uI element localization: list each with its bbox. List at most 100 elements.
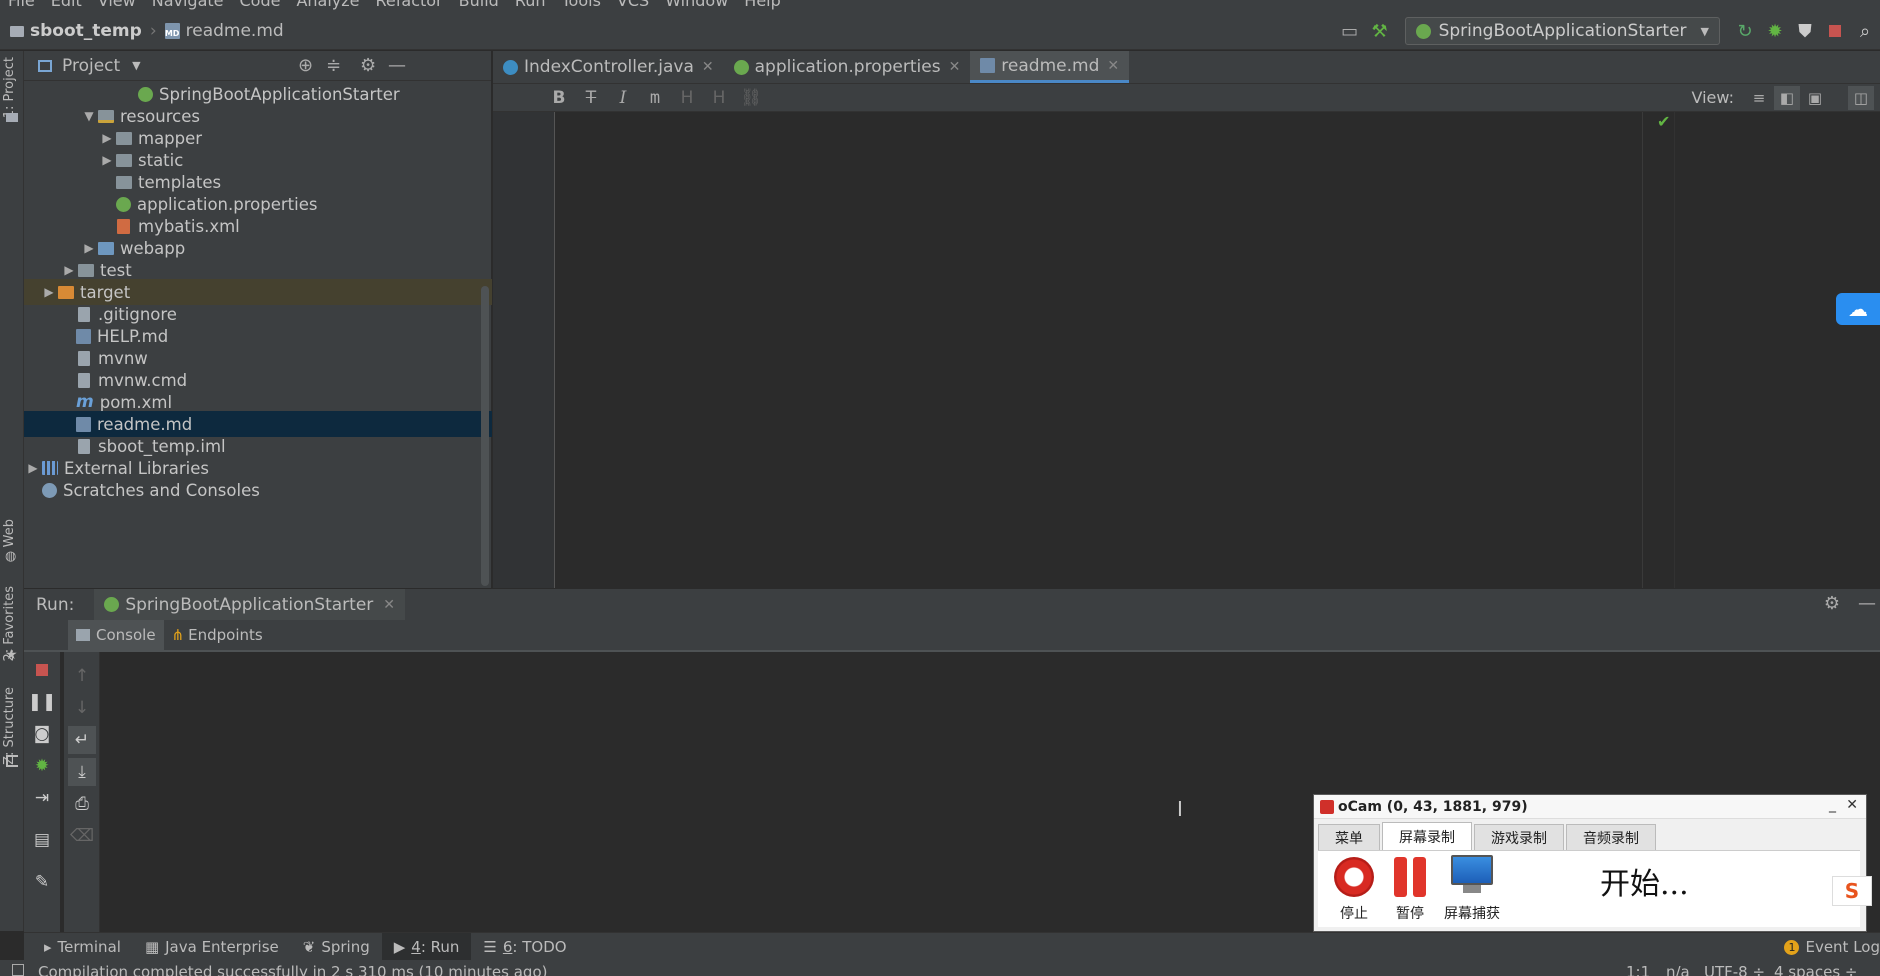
split-view-icon[interactable]: ◧ [1774, 86, 1800, 110]
close-icon[interactable]: ✕ [1846, 797, 1858, 813]
tool-tab-project[interactable]: 1: Project [2, 57, 17, 118]
pin-icon[interactable]: ✎ [28, 868, 56, 896]
ocam-tab-game-record[interactable]: 游戏录制 [1474, 824, 1564, 850]
subtab-endpoints[interactable]: ⋔ Endpoints [164, 620, 271, 650]
tab-indexcontroller[interactable]: IndexController.java ✕ [493, 51, 724, 83]
ocam-capture-button[interactable]: 屏幕捕获 [1436, 853, 1508, 925]
chevron-down-icon[interactable]: ▼ [132, 59, 140, 72]
cloud-icon[interactable]: ☁ [1836, 293, 1880, 325]
bottom-tab-terminal[interactable]: ▸ Terminal [32, 933, 133, 961]
stop-icon[interactable] [28, 656, 56, 684]
line-separator[interactable]: n/a [1666, 963, 1690, 976]
stop-icon[interactable] [1820, 16, 1850, 46]
menu-build[interactable]: Build [459, 0, 499, 10]
pause-icon[interactable]: ❚❚ [28, 688, 57, 716]
chevron-right-icon[interactable]: ▶ [98, 131, 116, 145]
project-scrollbar[interactable] [481, 286, 489, 586]
bottom-tab-java-enterprise[interactable]: ▦ Java Enterprise [133, 933, 291, 961]
header-down-icon[interactable]: H [703, 88, 735, 108]
menu-run[interactable]: Run [515, 0, 546, 10]
tool-tab-web[interactable]: Web [2, 519, 17, 547]
tool-tab-structure[interactable]: Z: Structure [2, 687, 17, 765]
markdown-editor[interactable] [556, 112, 1642, 588]
collapse-all-icon[interactable]: ≑ [326, 55, 341, 76]
chevron-down-icon[interactable]: ▼ [80, 109, 98, 123]
menu-edit[interactable]: Edit [51, 0, 82, 10]
coverage-shield-icon[interactable]: ⛊ [1790, 16, 1820, 46]
preview-only-icon[interactable]: ▣ [1802, 86, 1828, 110]
caret-position[interactable]: 1:1 [1626, 963, 1650, 976]
menu-file[interactable]: File [8, 0, 35, 10]
ocam-tab-menu[interactable]: 菜单 [1318, 824, 1380, 850]
status-toggle-icon[interactable] [12, 964, 24, 976]
menu-vcs[interactable]: VCS [617, 0, 649, 10]
debug-restart-icon[interactable]: ✹ [28, 752, 56, 780]
ocam-stop-button[interactable]: 停止 [1322, 853, 1386, 925]
code-icon[interactable]: m [639, 88, 671, 108]
search-icon[interactable]: ⌕ [1850, 16, 1880, 46]
ocam-pause-button[interactable]: 暂停 [1378, 853, 1442, 925]
minimize-icon[interactable]: — [1858, 593, 1876, 614]
bold-icon[interactable]: B [543, 88, 575, 108]
menu-help[interactable]: Help [744, 0, 780, 10]
sogou-input-icon[interactable]: S [1832, 876, 1872, 906]
terminal-window-icon[interactable]: ▭ [1335, 16, 1365, 46]
bottom-tab-todo[interactable]: ☰ 6: TODO [471, 933, 578, 961]
chevron-right-icon[interactable]: ▶ [24, 461, 42, 475]
ocam-tab-screen-record[interactable]: 屏幕录制 [1382, 822, 1472, 850]
menu-window[interactable]: Window [665, 0, 728, 10]
soft-wrap-icon[interactable]: ↵ [68, 726, 96, 754]
breadcrumb-project[interactable]: sboot_temp [30, 21, 142, 41]
project-panel-title[interactable]: Project [62, 56, 120, 76]
chevron-right-icon[interactable]: ▶ [60, 263, 78, 277]
tab-application-properties[interactable]: application.properties ✕ [724, 51, 971, 83]
ocam-tab-audio-record[interactable]: 音频录制 [1566, 824, 1656, 850]
bottom-tab-spring[interactable]: ❦ Spring [291, 933, 382, 961]
run-configuration-select[interactable]: SpringBootApplicationStarter ▼ [1404, 17, 1720, 45]
menu-navigate[interactable]: Navigate [152, 0, 224, 10]
debug-bug-icon[interactable]: ✹ [1760, 16, 1790, 46]
locate-target-icon[interactable]: ⊕ [298, 55, 313, 76]
run-tab-springbootapplicationstarter[interactable]: SpringBootApplicationStarter ✕ [94, 588, 406, 621]
arrow-down-icon[interactable]: ↓ [68, 694, 96, 722]
menu-refactor[interactable]: Refactor [376, 0, 443, 10]
gear-icon[interactable]: ⚙ [360, 55, 376, 76]
chevron-right-icon[interactable]: ▶ [98, 153, 116, 167]
subtab-console[interactable]: Console [68, 620, 164, 650]
gear-icon[interactable]: ⚙ [1824, 593, 1840, 614]
close-icon[interactable]: ✕ [702, 59, 714, 75]
minimize-icon[interactable]: — [388, 55, 406, 76]
tree-item-scratches[interactable]: Scratches and Consoles [24, 477, 492, 503]
layout-icon[interactable]: ▤ [28, 826, 56, 854]
print-icon[interactable]: ⎙ [68, 790, 96, 818]
chevron-right-icon[interactable]: ▶ [40, 285, 58, 299]
close-icon[interactable]: ✕ [949, 59, 961, 75]
rerun-icon[interactable]: ↻ [1730, 16, 1760, 46]
scroll-to-end-icon[interactable]: ⤓ [68, 758, 96, 786]
layout-toggle-icon[interactable]: ◫ [1848, 86, 1874, 110]
event-log-button[interactable]: 1 Event Log [1784, 933, 1880, 961]
menu-analyze[interactable]: Analyze [296, 0, 359, 10]
menu-code[interactable]: Code [240, 0, 281, 10]
build-hammer-icon[interactable]: ⚒ [1365, 16, 1395, 46]
bottom-tab-run[interactable]: ▶ 4: Run [381, 932, 472, 961]
link-icon[interactable]: ⛓ [735, 88, 767, 108]
menu-tools[interactable]: Tools [562, 0, 601, 10]
trash-icon[interactable]: ⌫ [68, 822, 96, 850]
editor-only-icon[interactable]: ≡ [1746, 86, 1772, 110]
tab-readme-md[interactable]: readme.md ✕ [970, 51, 1130, 83]
header-up-icon[interactable]: H [671, 88, 703, 108]
close-icon[interactable]: ✕ [383, 597, 395, 613]
file-encoding[interactable]: UTF-8 ÷ [1704, 963, 1765, 976]
minimize-icon[interactable]: _ [1829, 797, 1836, 813]
menu-view[interactable]: View [98, 0, 136, 10]
arrow-up-icon[interactable]: ↑ [68, 662, 96, 690]
close-icon[interactable]: ✕ [1107, 58, 1119, 74]
breadcrumb-file[interactable]: readme.md [186, 21, 284, 41]
camera-icon[interactable]: ◙ [28, 720, 56, 748]
chevron-right-icon[interactable]: ▶ [80, 241, 98, 255]
strikethrough-icon[interactable]: T [575, 88, 607, 108]
exit-icon[interactable]: ⇥ [28, 784, 56, 812]
indent-setting[interactable]: 4 spaces ÷ [1774, 963, 1857, 976]
italic-icon[interactable]: I [607, 88, 639, 108]
